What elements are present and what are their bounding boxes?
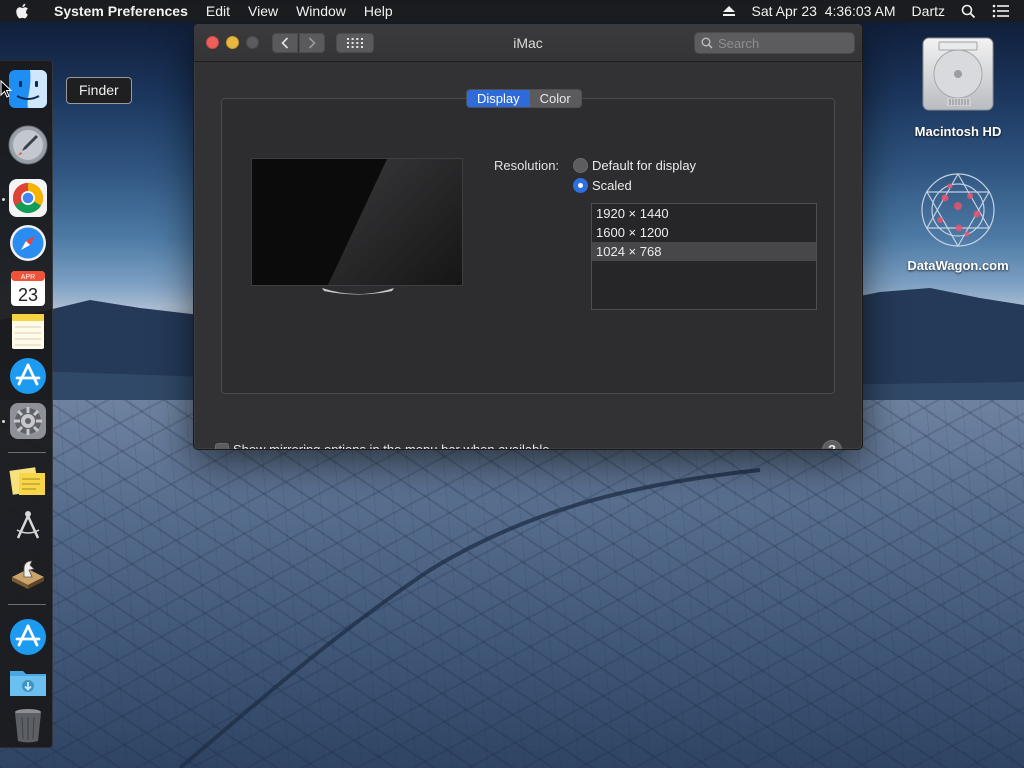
resolution-label: Resolution: [494, 158, 560, 173]
dock-chrome[interactable] [8, 178, 48, 218]
default-for-display-label: Default for display [592, 158, 697, 173]
macintosh-hd-label: Macintosh HD [914, 124, 1002, 139]
trash-icon [15, 709, 41, 743]
dock-launchpad[interactable] [8, 125, 48, 165]
wallpaper-trail [178, 468, 761, 768]
display-stand [322, 288, 394, 295]
finder-icon [9, 70, 47, 108]
watermark-logo-icon [921, 172, 995, 248]
dock-finder[interactable] [8, 69, 48, 109]
calendar-day: 23 [18, 285, 38, 305]
mouse-cursor-icon [0, 80, 12, 98]
gear-icon [10, 403, 46, 439]
back-button[interactable] [272, 33, 298, 53]
chess-knight-icon [12, 560, 44, 589]
help-button[interactable]: ? [822, 440, 842, 449]
resolution-item[interactable]: 1600 × 1200 [592, 223, 816, 242]
grid-icon [347, 38, 363, 48]
app-store-icon [10, 358, 46, 394]
menu-app-name[interactable]: System Preferences [44, 3, 197, 19]
forward-button[interactable] [299, 33, 325, 53]
mirroring-checkbox[interactable] [215, 442, 229, 449]
dock-chess[interactable] [8, 551, 48, 591]
scaled-label: Scaled [592, 178, 632, 193]
menu-view[interactable]: View [239, 3, 287, 19]
dock-safari[interactable] [8, 223, 48, 263]
resolution-item-selected[interactable]: 1024 × 768 [592, 242, 816, 261]
spotlight-search-icon[interactable] [953, 4, 984, 19]
tab-bar: Display Color [466, 89, 582, 108]
display-preferences-window: iMac Display Color Res [193, 23, 863, 450]
eject-icon[interactable] [714, 5, 744, 17]
app-store-icon [10, 619, 46, 655]
calendar-month: APR [21, 274, 35, 281]
minimize-button[interactable] [226, 36, 239, 49]
resolution-list[interactable]: 1920 × 1440 1600 × 1200 1024 × 768 [591, 203, 817, 310]
scaled-option[interactable]: Scaled [573, 178, 632, 193]
tab-color[interactable]: Color [529, 90, 581, 107]
window-content: Display Color Resolution: Default for di… [194, 62, 862, 449]
notes-icon [12, 314, 44, 349]
search-input[interactable] [718, 35, 848, 51]
dock-notes[interactable] [8, 311, 48, 351]
dock-trash[interactable] [8, 705, 48, 745]
datawagon-desktop-icon[interactable]: DataWagon.com [898, 168, 1018, 273]
tab-display[interactable]: Display [467, 90, 530, 107]
mirroring-label: Show mirroring options in the menu bar w… [233, 442, 550, 450]
macintosh-hd-desktop-icon[interactable]: Macintosh HD [906, 34, 1010, 139]
chevron-right-icon [308, 37, 316, 49]
compass-tool-icon [16, 511, 40, 539]
menu-edit[interactable]: Edit [197, 3, 239, 19]
display-preview [251, 158, 463, 286]
system-preferences-running-indicator [2, 420, 5, 423]
dock-calendar[interactable]: APR 23 [8, 268, 48, 308]
default-for-display-option[interactable]: Default for display [573, 158, 696, 173]
menubar-user[interactable]: Dartz [904, 3, 953, 19]
notification-center-icon[interactable] [984, 4, 1024, 18]
chevron-left-icon [281, 37, 289, 49]
hard-drive-icon [922, 37, 994, 111]
menu-window[interactable]: Window [287, 3, 355, 19]
menu-bar: System Preferences Edit View Window Help… [0, 0, 1024, 22]
menu-help[interactable]: Help [355, 3, 402, 19]
dock-downloads[interactable] [8, 662, 48, 702]
chrome-icon [9, 179, 47, 217]
calendar-icon: APR 23 [11, 271, 45, 306]
window-titlebar[interactable]: iMac [194, 24, 862, 62]
chrome-running-indicator [2, 198, 5, 201]
menubar-clock[interactable]: Sat Apr 23 4:36:03 AM [744, 3, 904, 19]
stickies-icon [9, 467, 45, 495]
dock-app-unknown[interactable] [8, 506, 48, 546]
show-all-button[interactable] [336, 33, 374, 53]
dock-system-preferences[interactable] [8, 401, 48, 441]
downloads-folder-icon [10, 671, 46, 696]
search-icon [701, 37, 713, 49]
safari-compass-icon [10, 225, 46, 261]
resolution-item[interactable]: 1920 × 1440 [592, 204, 816, 223]
zoom-button[interactable] [246, 36, 259, 49]
dock-separator-2 [8, 604, 46, 605]
launchpad-rocket-icon [8, 125, 48, 165]
search-field[interactable] [694, 32, 855, 54]
close-button[interactable] [206, 36, 219, 49]
dock: APR 23 [0, 60, 53, 748]
dock-separator [8, 452, 46, 453]
scaled-radio[interactable] [573, 178, 588, 193]
mirroring-option[interactable]: Show mirroring options in the menu bar w… [215, 442, 550, 450]
apple-menu-icon[interactable] [0, 3, 44, 19]
display-preview-glare [252, 159, 462, 285]
dock-stickies[interactable] [8, 461, 48, 501]
datawagon-label: DataWagon.com [907, 258, 1009, 273]
dock-app-store-2[interactable] [8, 617, 48, 657]
dock-tooltip: Finder [66, 77, 132, 104]
dock-app-store[interactable] [8, 356, 48, 396]
default-for-display-radio[interactable] [573, 158, 588, 173]
